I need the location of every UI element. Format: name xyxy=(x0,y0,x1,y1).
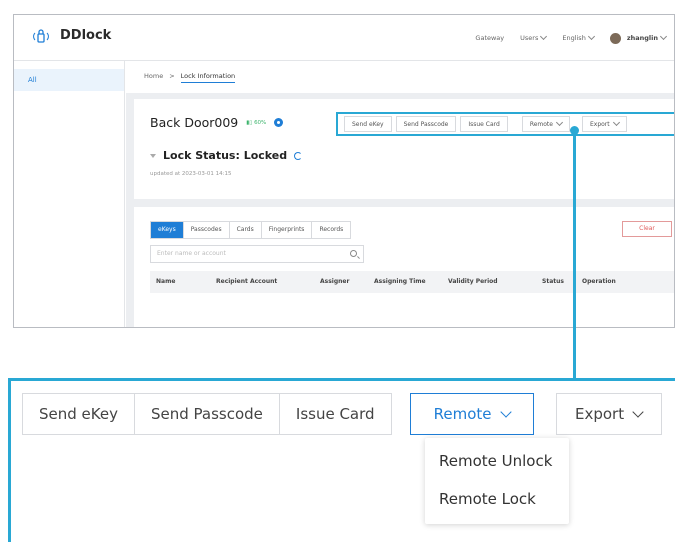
menu-item-remote-unlock[interactable]: Remote Unlock xyxy=(425,442,569,480)
column-header: Recipient Account xyxy=(216,278,278,285)
tab-fingerprints[interactable]: Fingerprints xyxy=(262,222,313,238)
send-ekey-button[interactable]: Send eKey xyxy=(22,393,135,435)
zoomed-button-row: Send eKey Send Passcode Issue Card Remot… xyxy=(22,393,662,435)
send-ekey-button[interactable]: Send eKey xyxy=(344,116,392,132)
chevron-down-icon xyxy=(587,32,595,41)
gear-icon[interactable] xyxy=(274,118,284,127)
top-nav: Gateway Users English zhanglin xyxy=(475,15,668,61)
logo[interactable]: DDlock xyxy=(32,28,111,43)
avatar xyxy=(609,32,621,44)
issue-card-button[interactable]: Issue Card xyxy=(460,116,508,132)
remote-button[interactable]: Remote xyxy=(521,116,570,132)
callout-dot xyxy=(570,126,579,135)
chevron-down-icon xyxy=(540,32,548,41)
breadcrumb: Home > Lock Information xyxy=(144,72,236,83)
search-icon[interactable] xyxy=(350,250,357,257)
lock-status: Lock Status: Locked xyxy=(150,149,303,162)
export-button-label: Export xyxy=(589,120,610,128)
remote-button-label: Remote xyxy=(433,405,492,423)
tab-cards[interactable]: Cards xyxy=(230,222,262,238)
search-input[interactable]: Enter name or account xyxy=(150,245,364,263)
zoomed-toolbar-panel: Send eKey Send Passcode Issue Card Remot… xyxy=(8,378,675,542)
search-placeholder: Enter name or account xyxy=(157,250,226,257)
lock-title: Back Door009 ▮▯ 60% xyxy=(150,115,284,130)
send-passcode-button[interactable]: Send Passcode xyxy=(133,393,280,435)
column-header: Assigning Time xyxy=(374,278,426,285)
export-button-label: Export xyxy=(575,405,625,423)
breadcrumb-bar: Home > Lock Information xyxy=(126,61,674,93)
column-header: Assigner xyxy=(320,278,350,285)
battery-indicator: ▮▯ 60% xyxy=(246,120,266,126)
issue-card-button[interactable]: Issue Card xyxy=(278,393,392,435)
sidebar: All xyxy=(14,61,125,327)
user-menu[interactable]: zhanglin xyxy=(609,32,668,44)
tab-bar: eKeys Passcodes Cards Fingerprints Recor… xyxy=(150,221,352,239)
remote-dropdown-menu: Remote Unlock Remote Lock xyxy=(425,438,569,524)
callout-connector xyxy=(573,130,576,380)
tab-records[interactable]: Records xyxy=(312,222,350,238)
remote-button[interactable]: Remote xyxy=(409,393,534,435)
column-header: Validity Period xyxy=(448,278,498,285)
column-header: Status xyxy=(542,278,564,285)
lock-info-card: Back Door009 ▮▯ 60% Send eKey Send Passc… xyxy=(134,99,674,199)
battery-level: 60% xyxy=(254,119,267,126)
nav-users-label: Users xyxy=(520,34,539,42)
clear-button[interactable]: Clear xyxy=(622,221,672,237)
remote-button-label: Remote xyxy=(529,120,553,128)
chevron-down-icon xyxy=(659,32,668,41)
caret-down-icon[interactable] xyxy=(150,153,156,158)
battery-icon: ▮▯ xyxy=(246,119,253,126)
nav-language[interactable]: English xyxy=(562,32,595,42)
send-passcode-button[interactable]: Send Passcode xyxy=(395,116,457,132)
lock-status-text: Lock Status: Locked xyxy=(163,149,288,162)
main-content: Home > Lock Information Back Door009 ▮▯ … xyxy=(126,61,674,327)
lock-name: Back Door009 xyxy=(150,115,239,130)
tab-passcodes[interactable]: Passcodes xyxy=(184,222,230,238)
lock-logo-icon xyxy=(33,28,49,43)
breadcrumb-home[interactable]: Home xyxy=(144,72,163,83)
refresh-icon[interactable] xyxy=(294,151,303,160)
menu-item-remote-lock[interactable]: Remote Lock xyxy=(425,480,569,518)
top-bar: DDlock Gateway Users English zhanglin xyxy=(14,15,674,61)
updated-timestamp: updated at 2023-03-01 14:15 xyxy=(150,171,232,177)
logo-text: DDlock xyxy=(60,28,112,43)
chevron-down-icon xyxy=(612,118,620,127)
nav-gateway[interactable]: Gateway xyxy=(475,34,504,42)
nav-users[interactable]: Users xyxy=(520,32,548,42)
records-card: eKeys Passcodes Cards Fingerprints Recor… xyxy=(134,207,674,327)
tab-ekeys[interactable]: eKeys xyxy=(151,222,184,238)
chevron-down-icon xyxy=(555,118,564,127)
table-header: Name Recipient Account Assigner Assignin… xyxy=(150,271,674,293)
action-button-group: Send eKey Send Passcode Issue Card Remot… xyxy=(336,112,674,136)
chevron-down-icon xyxy=(632,405,644,418)
sidebar-item-all[interactable]: All xyxy=(14,69,124,91)
user-name: zhanglin xyxy=(626,34,658,42)
nav-language-label: English xyxy=(562,34,586,42)
column-header: Operation xyxy=(582,278,616,285)
export-button[interactable]: Export xyxy=(555,393,662,435)
chevron-down-icon xyxy=(499,405,512,418)
export-button[interactable]: Export xyxy=(581,116,627,132)
breadcrumb-separator: > xyxy=(169,72,175,80)
column-header: Name xyxy=(156,278,176,285)
breadcrumb-current: Lock Information xyxy=(180,72,236,83)
